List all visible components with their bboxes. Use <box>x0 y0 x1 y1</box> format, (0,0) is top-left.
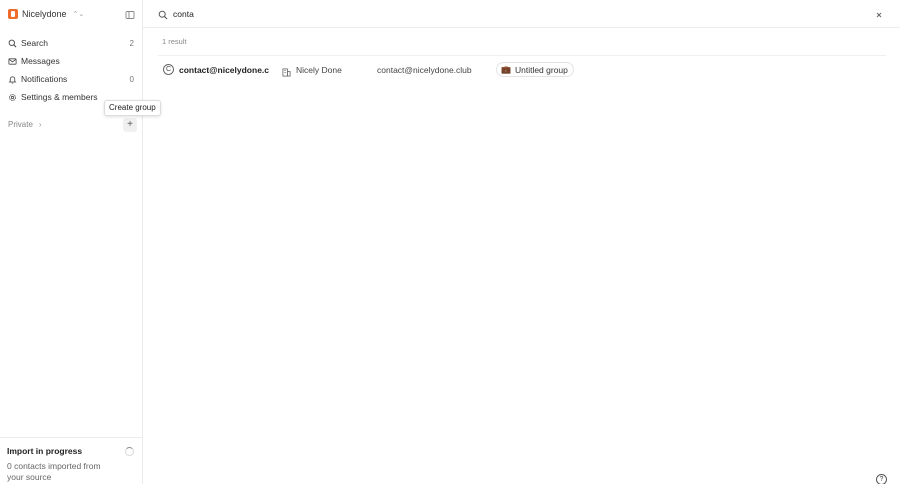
search-icon <box>8 39 17 47</box>
import-status-text: 0 contacts imported from your source <box>7 461 101 482</box>
gear-icon <box>9 93 16 101</box>
sidebar-item-label: Messages <box>21 56 60 66</box>
chevron-up-down-icon: ⌃⌄ <box>72 10 85 18</box>
results-count: 1 result <box>162 37 187 46</box>
company-icon <box>282 66 291 77</box>
import-title: Import in progress <box>7 446 83 456</box>
divider <box>158 55 886 56</box>
workspace-logo-icon <box>8 9 18 19</box>
group-chip[interactable]: 💼 Untitled group <box>496 62 574 77</box>
sidebar-item-notifications[interactable]: Notifications 0 <box>0 70 142 88</box>
workspace-name: Nicelydone <box>22 9 67 19</box>
close-icon[interactable] <box>874 9 884 19</box>
help-icon[interactable]: ? <box>876 474 887 484</box>
search-input[interactable] <box>173 7 823 21</box>
collapse-sidebar-icon[interactable] <box>125 9 135 19</box>
result-title: contact@nicelydone.club <box>179 65 269 75</box>
workspace-switcher[interactable]: Nicelydone ⌃⌄ <box>0 0 142 28</box>
sidebar-item-search[interactable]: Search 2 <box>0 34 142 52</box>
result-email: contact@nicelydone.club <box>377 65 472 75</box>
avatar: C <box>163 64 174 75</box>
private-section-toggle[interactable]: Private › <box>8 120 42 129</box>
sidebar-nav: Search 2 Messages Notifications 0 Settin… <box>0 34 142 106</box>
sidebar-item-label: Settings & members <box>21 92 98 102</box>
sidebar-item-label: Search <box>21 38 48 48</box>
create-group-button[interactable]: + <box>123 118 137 132</box>
private-section-label: Private <box>8 120 33 129</box>
sidebar-item-messages[interactable]: Messages <box>0 52 142 70</box>
sidebar-item-label: Notifications <box>21 74 68 84</box>
search-icon <box>158 9 168 20</box>
loading-spinner-icon <box>125 447 134 456</box>
briefcase-icon: 💼 <box>501 65 511 74</box>
plus-icon: + <box>127 119 133 130</box>
envelope-icon <box>8 57 17 65</box>
main-panel: 1 result C contact@nicelydone.club Nicel… <box>143 0 900 484</box>
bell-icon <box>8 75 17 84</box>
sidebar-item-count: 0 <box>129 74 134 84</box>
sidebar-item-count: 2 <box>129 38 134 48</box>
import-progress-panel: Import in progress 0 contacts imported f… <box>0 437 142 484</box>
search-result-row[interactable]: C contact@nicelydone.club Nicely Done co… <box>158 60 886 80</box>
search-bar <box>143 0 900 28</box>
result-company: Nicely Done <box>296 65 342 75</box>
sidebar: Nicelydone ⌃⌄ Search 2 Messages Notifica… <box>0 0 143 484</box>
group-label: Untitled group <box>514 64 568 75</box>
chevron-right-icon: › <box>38 120 42 129</box>
